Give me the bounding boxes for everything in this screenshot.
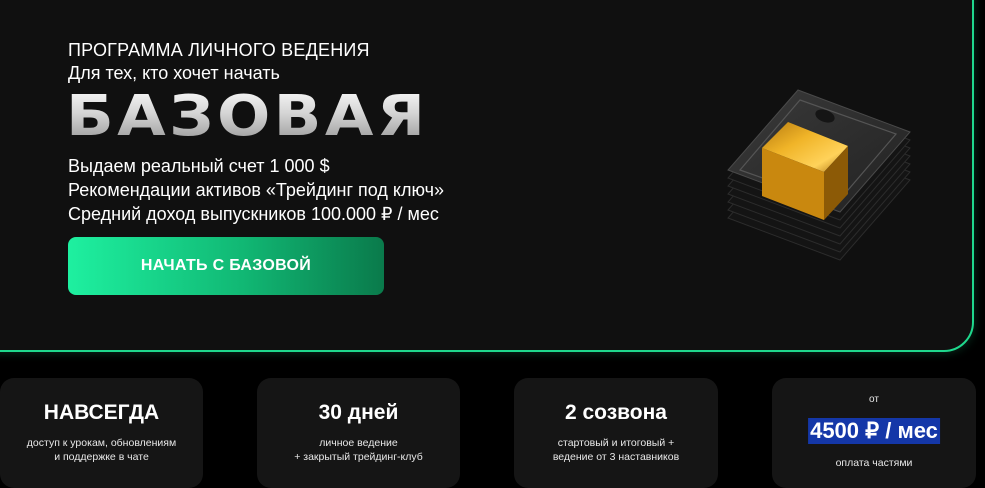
card-line: личное ведение (319, 437, 398, 449)
price-prefix: от (869, 394, 879, 405)
program-eyebrow: ПРОГРАММА ЛИЧНОГО ВЕДЕНИЯ (68, 40, 370, 60)
card-line: ведение от 3 наставников (552, 451, 680, 463)
card-lifetime-access: НАВСЕГДА доступ к урокам, обновлениям и … (0, 378, 203, 488)
card-description: личное ведение + закрытый трейдинг-клуб (257, 436, 460, 464)
card-calls: 2 созвона стартовый и итоговый + ведение… (514, 378, 718, 488)
card-title: НАВСЕГДА (43, 401, 160, 424)
feature-item: Средний доход выпускников 100.000 ₽ / ме… (68, 204, 439, 224)
card-line: доступ к урокам, обновлениям (26, 437, 177, 449)
card-duration: 30 дней личное ведение + закрытый трейди… (257, 378, 460, 488)
card-title: 30 дней (318, 401, 399, 424)
card-line: + закрытый трейдинг-клуб (294, 451, 423, 463)
start-basic-button[interactable]: НАЧАТЬ С БАЗОВОЙ (68, 237, 384, 295)
feature-item: Рекомендации активов «Трейдинг под ключ» (68, 180, 444, 200)
card-line: стартовый и итоговый + (557, 437, 675, 449)
card-line: и поддержке в чате (54, 451, 149, 463)
card-description: доступ к урокам, обновлениям и поддержке… (0, 436, 203, 464)
plan-title: БАЗОВАЯ (66, 84, 429, 149)
program-subtitle: Для тех, кто хочет начать (68, 63, 280, 83)
feature-item: Выдаем реальный счет 1 000 $ (68, 156, 330, 176)
feature-list: Выдаем реальный счет 1 000 $ Рекомендаци… (68, 154, 444, 226)
card-description: стартовый и итоговый + ведение от 3 наст… (514, 436, 718, 464)
price-note: оплата частями (835, 457, 913, 469)
price-block: от 4500 ₽ / мес оплата частями (772, 0, 976, 480)
price-value: 4500 ₽ / мес (808, 418, 940, 444)
card-title: 2 созвона (564, 401, 667, 424)
